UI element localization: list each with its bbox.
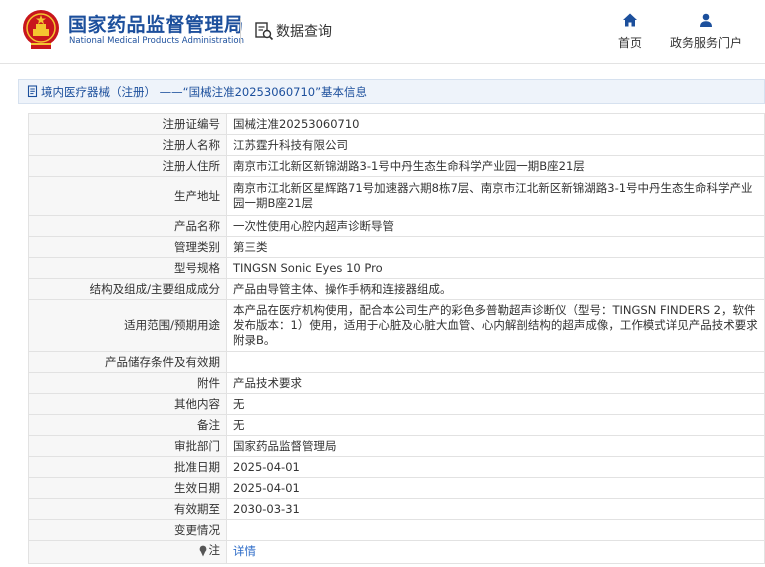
row-value: 2025-04-01 bbox=[226, 477, 765, 499]
row-label: 产品名称 bbox=[28, 215, 227, 237]
row-value: 国家药品监督管理局 bbox=[226, 435, 765, 457]
breadcrumb: 境内医疗器械（注册） ——“国械注准20253060710”基本信息 bbox=[18, 79, 765, 104]
row-label: 注册人名称 bbox=[28, 134, 227, 156]
row-label: 其他内容 bbox=[28, 393, 227, 415]
table-row: 管理类别 第三类 bbox=[28, 236, 765, 258]
table-row: 产品储存条件及有效期 bbox=[28, 351, 765, 373]
row-value: TINGSN Sonic Eyes 10 Pro bbox=[226, 257, 765, 279]
table-row: 结构及组成/主要组成成分 产品由导管主体、操作手柄和连接器组成。 bbox=[28, 278, 765, 300]
search-document-icon bbox=[255, 22, 274, 41]
table-row: 备注 无 bbox=[28, 414, 765, 436]
org-name-cn: 国家药品监督管理局 bbox=[68, 14, 244, 36]
user-icon bbox=[700, 13, 712, 27]
row-label: 生产地址 bbox=[28, 176, 227, 216]
row-value: 国械注准20253060710 bbox=[226, 113, 765, 135]
table-row: 型号规格 TINGSN Sonic Eyes 10 Pro bbox=[28, 257, 765, 279]
note-label-wrap: 注 bbox=[198, 543, 221, 558]
row-value: 南京市江北新区星辉路71号加速器六期8栋7层、南京市江北新区新锦湖路3-1号中丹… bbox=[226, 176, 765, 216]
row-value: 南京市江北新区新锦湖路3-1号中丹生态生命科学产业园一期B座21层 bbox=[226, 155, 765, 177]
row-value: 产品技术要求 bbox=[226, 372, 765, 394]
row-label: 批准日期 bbox=[28, 456, 227, 478]
detail-link[interactable]: 详情 bbox=[233, 544, 256, 558]
table-row: 审批部门 国家药品监督管理局 bbox=[28, 435, 765, 457]
row-value: 无 bbox=[226, 393, 765, 415]
data-query-link[interactable]: 数据查询 bbox=[254, 20, 332, 42]
row-label: 变更情况 bbox=[28, 519, 227, 541]
row-value: 2030-03-31 bbox=[226, 498, 765, 520]
org-name-en: National Medical Products Administration bbox=[69, 36, 244, 46]
table-row: 其他内容 无 bbox=[28, 393, 765, 415]
row-value: 本产品在医疗机构使用，配合本公司生产的彩色多普勒超声诊断仪（型号：TINGSN … bbox=[226, 299, 765, 352]
registration-info-table: 注册证编号 国械注准20253060710 注册人名称 江苏霆升科技有限公司 注… bbox=[28, 113, 765, 564]
table-row: 变更情况 bbox=[28, 519, 765, 541]
table-row: 附件 产品技术要求 bbox=[28, 372, 765, 394]
row-value: 江苏霆升科技有限公司 bbox=[226, 134, 765, 156]
row-label: 注册人住所 bbox=[28, 155, 227, 177]
row-label: 管理类别 bbox=[28, 236, 227, 258]
national-emblem-icon bbox=[23, 10, 59, 49]
table-row: 注册人名称 江苏霆升科技有限公司 bbox=[28, 134, 765, 156]
row-label: 适用范围/预期用途 bbox=[28, 299, 227, 352]
table-row: 有效期至 2030-03-31 bbox=[28, 498, 765, 520]
row-label: 附件 bbox=[28, 372, 227, 394]
row-label: 型号规格 bbox=[28, 257, 227, 279]
data-query-label: 数据查询 bbox=[276, 24, 332, 40]
pin-icon bbox=[199, 545, 206, 556]
table-row: 生产地址 南京市江北新区星辉路71号加速器六期8栋7层、南京市江北新区新锦湖路3… bbox=[28, 176, 765, 216]
row-value bbox=[226, 351, 765, 373]
row-label: 产品储存条件及有效期 bbox=[28, 351, 227, 373]
row-value: 2025-04-01 bbox=[226, 456, 765, 478]
row-value: 产品由导管主体、操作手柄和连接器组成。 bbox=[226, 278, 765, 300]
row-label: 备注 bbox=[28, 414, 227, 436]
row-value bbox=[226, 519, 765, 541]
nav-service-portal[interactable]: 政务服务门户 bbox=[666, 12, 746, 51]
row-label: 结构及组成/主要组成成分 bbox=[28, 278, 227, 300]
table-row: 生效日期 2025-04-01 bbox=[28, 477, 765, 499]
row-label: 有效期至 bbox=[28, 498, 227, 520]
breadcrumb-text: 境内医疗器械（注册） ——“国械注准20253060710”基本信息 bbox=[41, 84, 368, 99]
table-row: 产品名称 一次性使用心腔内超声诊断导管 bbox=[28, 215, 765, 237]
row-label: 注册证编号 bbox=[28, 113, 227, 135]
row-label: 生效日期 bbox=[28, 477, 227, 499]
row-value: 详情 bbox=[226, 540, 765, 564]
row-label: 注 bbox=[28, 540, 227, 564]
table-row: 注册证编号 国械注准20253060710 bbox=[28, 113, 765, 135]
document-icon bbox=[27, 85, 38, 98]
nav-service-label: 政务服务门户 bbox=[669, 36, 742, 50]
header-divider bbox=[240, 18, 241, 44]
nav-home[interactable]: 首页 bbox=[614, 12, 646, 51]
table-row: 注册人住所 南京市江北新区新锦湖路3-1号中丹生态生命科学产业园一期B座21层 bbox=[28, 155, 765, 177]
row-label: 审批部门 bbox=[28, 435, 227, 457]
site-header: 国家药品监督管理局 National Medical Products Admi… bbox=[0, 0, 765, 64]
table-row: 批准日期 2025-04-01 bbox=[28, 456, 765, 478]
table-row: 注 详情 bbox=[28, 540, 765, 564]
home-icon bbox=[623, 13, 637, 27]
row-value: 无 bbox=[226, 414, 765, 436]
table-row: 适用范围/预期用途 本产品在医疗机构使用，配合本公司生产的彩色多普勒超声诊断仪（… bbox=[28, 299, 765, 352]
row-value: 第三类 bbox=[226, 236, 765, 258]
nav-home-label: 首页 bbox=[617, 36, 642, 50]
note-label: 注 bbox=[208, 543, 221, 557]
row-value: 一次性使用心腔内超声诊断导管 bbox=[226, 215, 765, 237]
